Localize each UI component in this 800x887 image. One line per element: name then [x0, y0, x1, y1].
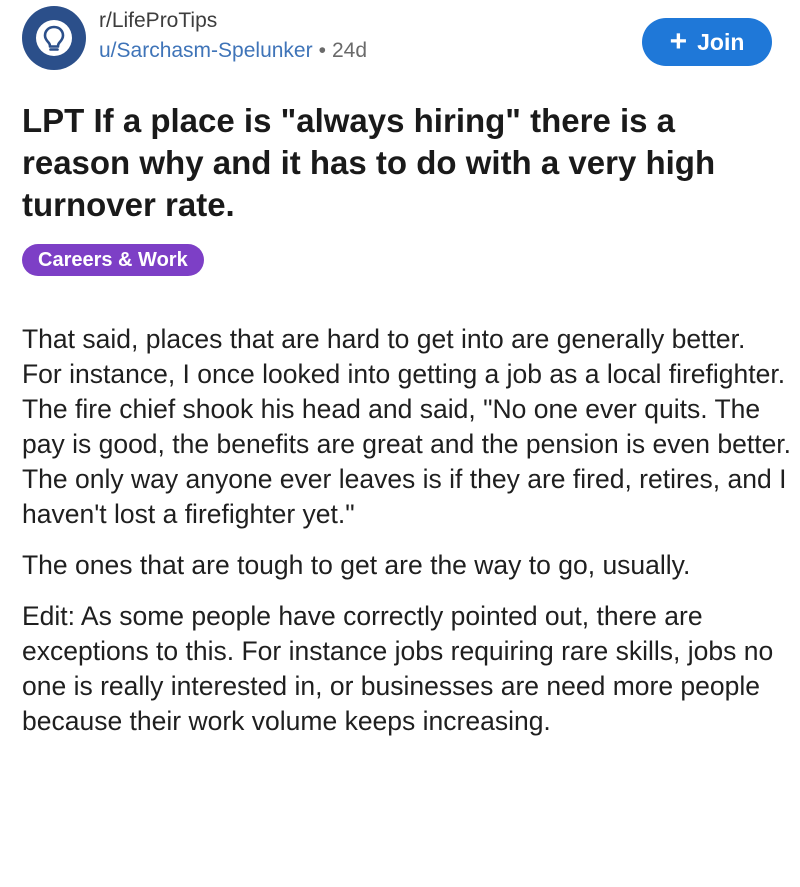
join-label: Join — [697, 28, 745, 55]
author-line: u/Sarchasm-Spelunker • 24d — [99, 37, 367, 65]
post-paragraph: Edit: As some people have correctly poin… — [22, 601, 774, 736]
post-paragraph: That said, places that are hard to get i… — [22, 324, 792, 529]
author-link[interactable]: u/Sarchasm-Spelunker — [99, 39, 313, 62]
post-age: 24d — [331, 39, 368, 62]
plus-icon: + — [669, 25, 688, 58]
subreddit-name[interactable]: r/LifeProTips — [99, 8, 367, 34]
post-body: That said, places that are hard to get i… — [22, 322, 792, 755]
post-flair[interactable]: Careers & Work — [22, 244, 204, 276]
subreddit-avatar[interactable] — [22, 6, 86, 70]
post-header: r/LifeProTips u/Sarchasm-Spelunker • 24d +… — [22, 6, 778, 78]
lightbulb-icon — [36, 20, 72, 56]
meta-separator: • — [318, 39, 326, 62]
post-title[interactable]: LPT If a place is "always hiring" there … — [22, 100, 782, 226]
post-paragraph: The ones that are tough to get are the w… — [22, 550, 691, 580]
join-button[interactable]: + Join — [642, 18, 772, 66]
post-meta: r/LifeProTips u/Sarchasm-Spelunker • 24d — [99, 8, 367, 65]
